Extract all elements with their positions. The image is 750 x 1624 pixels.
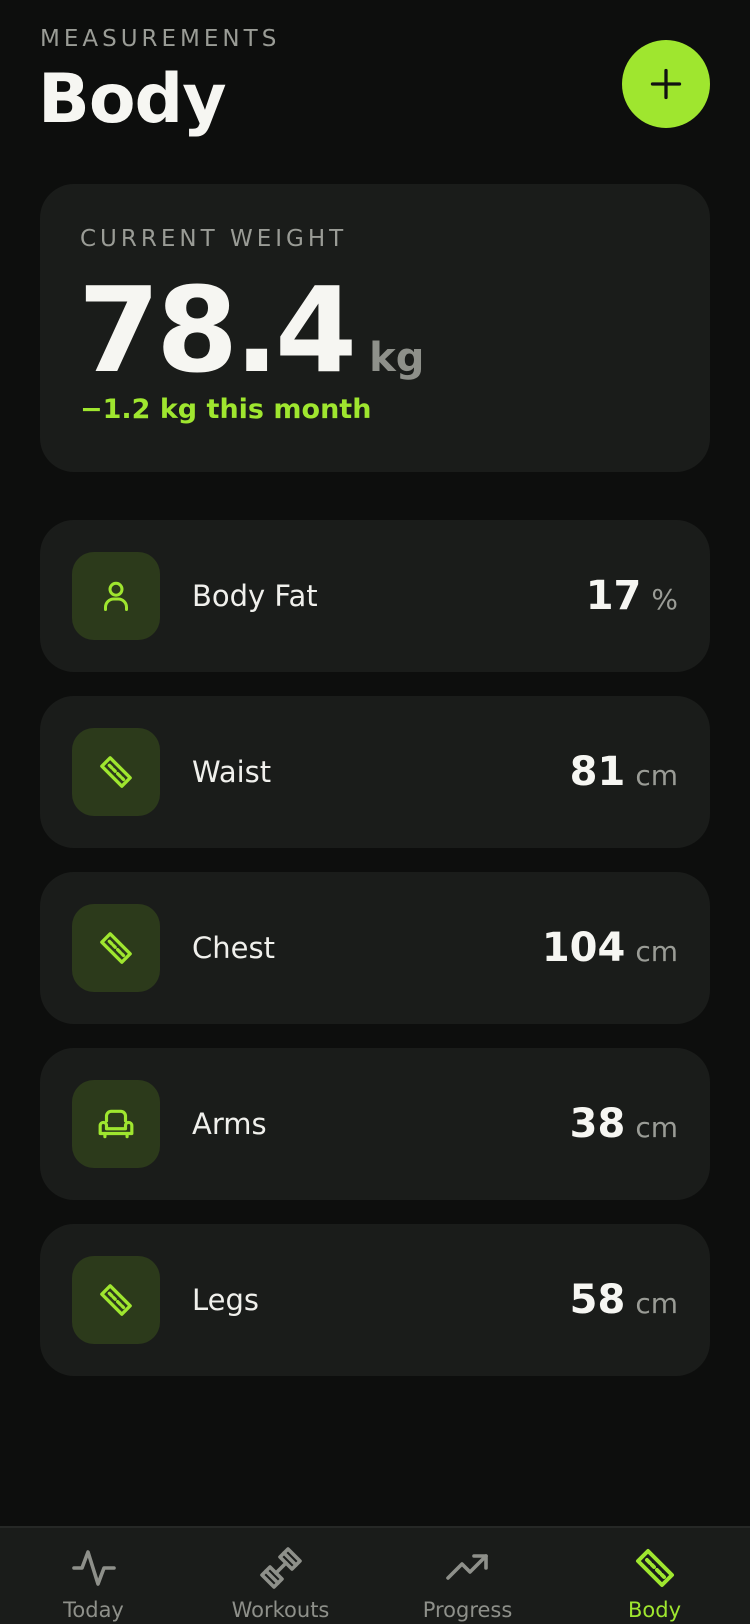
metric-value: 58 [569,1277,626,1323]
dumbbell-icon [259,1547,302,1589]
tab-body[interactable]: Body [561,1528,748,1624]
tab-workouts[interactable]: Workouts [187,1528,374,1624]
metric-unit: cm [635,1286,678,1320]
metric-icon-tile [72,728,160,816]
ruler-icon [100,1284,132,1316]
metric-unit: cm [635,934,678,968]
metric-reading: 58 cm [570,1224,678,1376]
metric-reading: 81 cm [570,696,678,848]
current-weight-card[interactable]: CURRENT WEIGHT 78.4 kg −1.2 kg this mont… [40,184,710,472]
tab-label: Workouts [231,1598,330,1622]
metric-value: 104 [541,925,626,971]
page-title: Body [38,60,227,139]
metric-value: 38 [569,1101,626,1147]
metric-icon-tile [72,904,160,992]
person-icon [104,581,128,611]
metric-reading: 104 cm [542,872,678,1024]
ruler-icon [100,932,132,964]
trending-up-icon [445,1554,488,1580]
metric-card-waist[interactable]: Waist 81 cm [40,696,710,848]
metric-value: 17 [585,573,642,619]
tab-today[interactable]: Today [0,1528,187,1624]
metric-unit: cm [635,1110,678,1144]
bottom-tab-bar: Today Workouts Progress Body [0,1526,750,1624]
metric-icon-tile [72,1080,160,1168]
metric-name: Chest [192,931,275,965]
body-measurements-screen: MEASUREMENTS Body CURRENT WEIGHT 78.4 kg… [0,0,750,1624]
activity-icon [71,1550,116,1586]
weight-change: −1.2 kg this month [80,394,372,425]
metric-name: Body Fat [192,579,318,613]
tab-progress[interactable]: Progress [374,1528,561,1624]
metric-icon-tile [72,1256,160,1344]
ruler-icon [100,756,132,788]
plus-icon [650,68,682,100]
metric-reading: 38 cm [570,1048,678,1200]
section-eyebrow: MEASUREMENTS [40,26,281,52]
tab-label: Body [627,1598,681,1622]
current-weight-row: 78.4 kg [78,261,425,399]
metric-unit: % [651,582,678,616]
metric-reading: 17 % [586,520,678,672]
metric-name: Arms [192,1107,267,1141]
current-weight-unit: kg [369,335,425,381]
current-weight-label: CURRENT WEIGHT [80,226,348,252]
metric-card-legs[interactable]: Legs 58 cm [40,1224,710,1376]
metric-value: 81 [569,749,626,795]
add-measurement-button[interactable] [622,40,710,128]
current-weight-value: 78.4 [78,261,357,399]
metric-card-chest[interactable]: Chest 104 cm [40,872,710,1024]
metric-name: Waist [192,755,272,789]
tab-label: Today [63,1598,124,1622]
metric-card-arms[interactable]: Arms 38 cm [40,1048,710,1200]
ruler-icon [635,1549,674,1587]
metric-name: Legs [192,1283,260,1317]
armchair-icon [98,1109,134,1139]
metric-icon-tile [72,552,160,640]
header: MEASUREMENTS Body [38,26,710,146]
metric-card-body-fat[interactable]: Body Fat 17 % [40,520,710,672]
tab-label: Progress [422,1598,513,1622]
metric-unit: cm [635,758,678,792]
